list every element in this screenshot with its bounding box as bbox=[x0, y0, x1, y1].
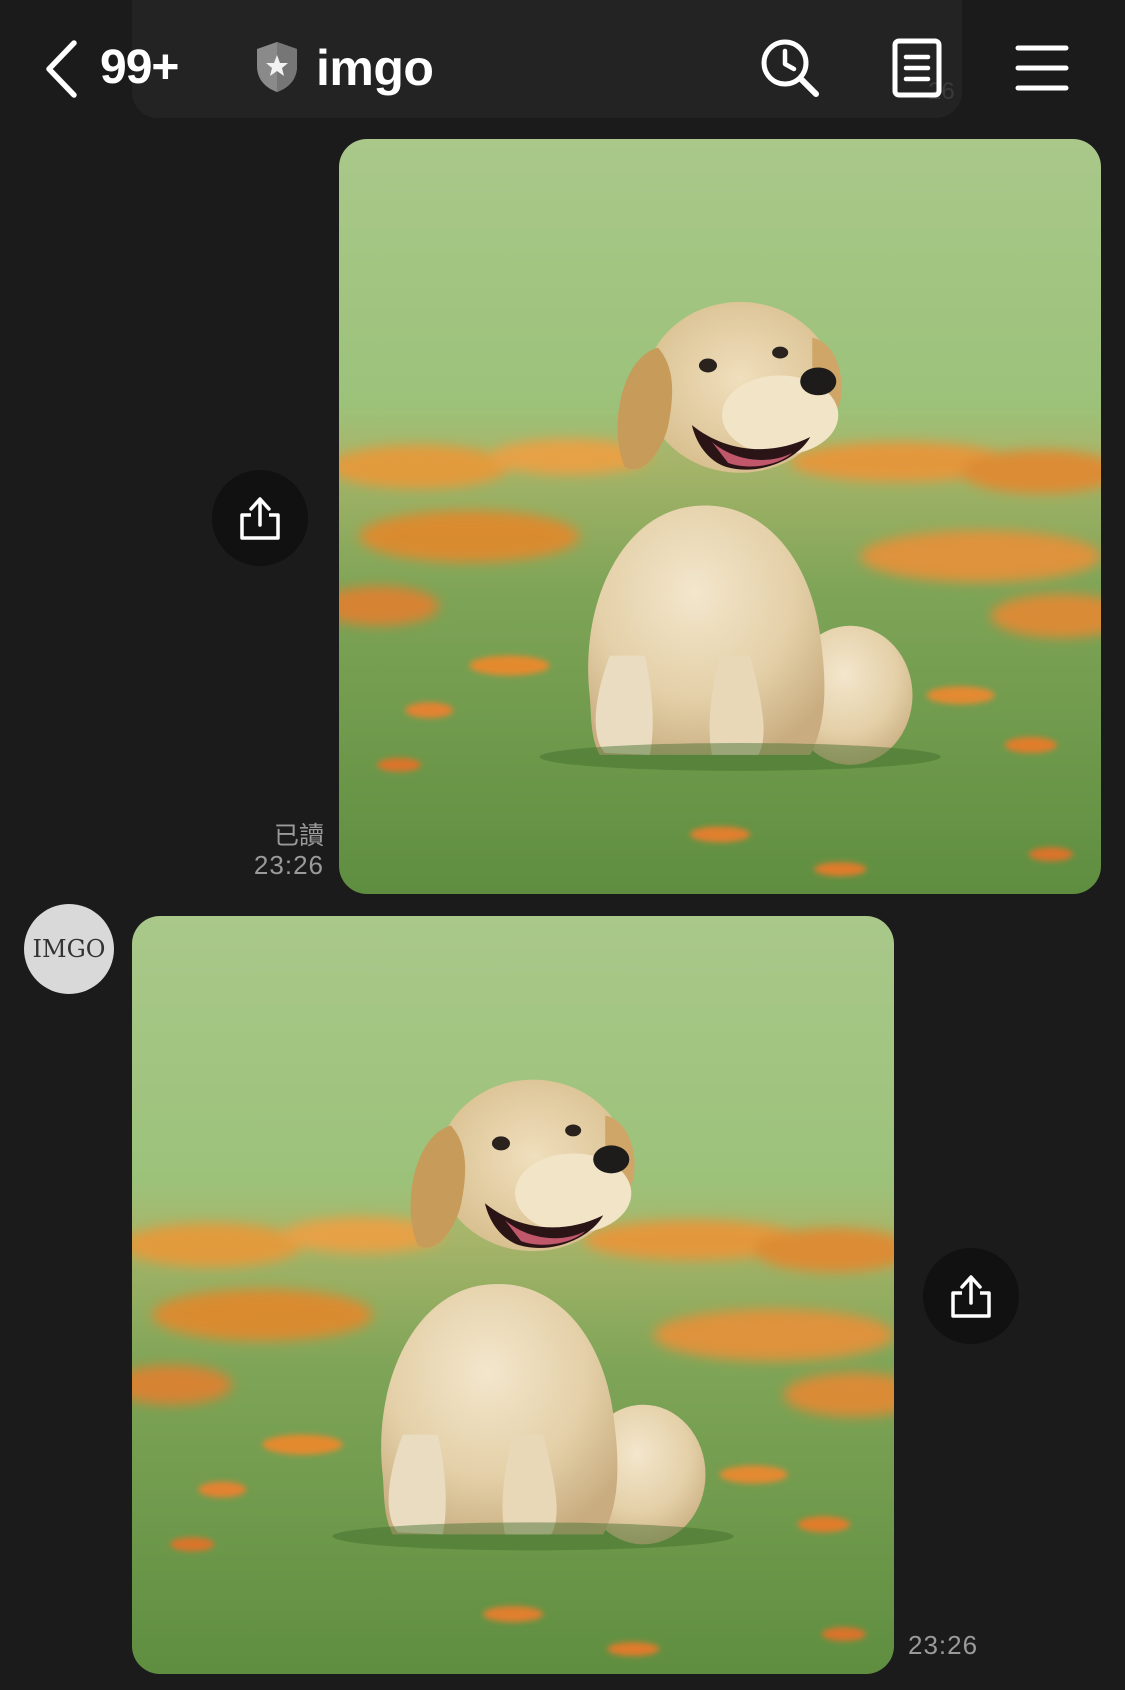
notes-button[interactable] bbox=[883, 34, 951, 102]
hamburger-menu-icon bbox=[1015, 45, 1069, 91]
sender-avatar[interactable]: IMGO bbox=[24, 904, 114, 994]
share-button[interactable] bbox=[212, 470, 308, 566]
chat-screen: 26 99+ imgo 已讀 23:26 IMGO 23:26 bbox=[0, 0, 1125, 1690]
puppy-photo bbox=[132, 916, 894, 1674]
message-timestamp: 23:26 bbox=[908, 1630, 979, 1660]
received-image-message[interactable] bbox=[132, 916, 894, 1674]
puppy-photo bbox=[339, 139, 1101, 894]
note-icon bbox=[892, 38, 942, 98]
share-icon bbox=[951, 1275, 991, 1318]
menu-button[interactable] bbox=[1008, 34, 1076, 102]
share-icon bbox=[240, 497, 280, 540]
message-timestamp: 23:26 bbox=[253, 850, 324, 880]
back-button[interactable] bbox=[38, 36, 84, 102]
unread-count-badge[interactable]: 99+ bbox=[100, 38, 179, 98]
chevron-left-icon bbox=[46, 40, 77, 98]
sent-image-message[interactable] bbox=[339, 139, 1101, 894]
chat-title[interactable]: imgo bbox=[316, 38, 434, 98]
shield-star-icon bbox=[257, 42, 297, 92]
share-button[interactable] bbox=[923, 1248, 1019, 1344]
clock-search-icon bbox=[761, 39, 819, 97]
chat-history-search-button[interactable] bbox=[756, 34, 824, 102]
read-receipt: 已讀 bbox=[273, 822, 324, 850]
chat-header: 99+ imgo bbox=[0, 0, 1125, 135]
